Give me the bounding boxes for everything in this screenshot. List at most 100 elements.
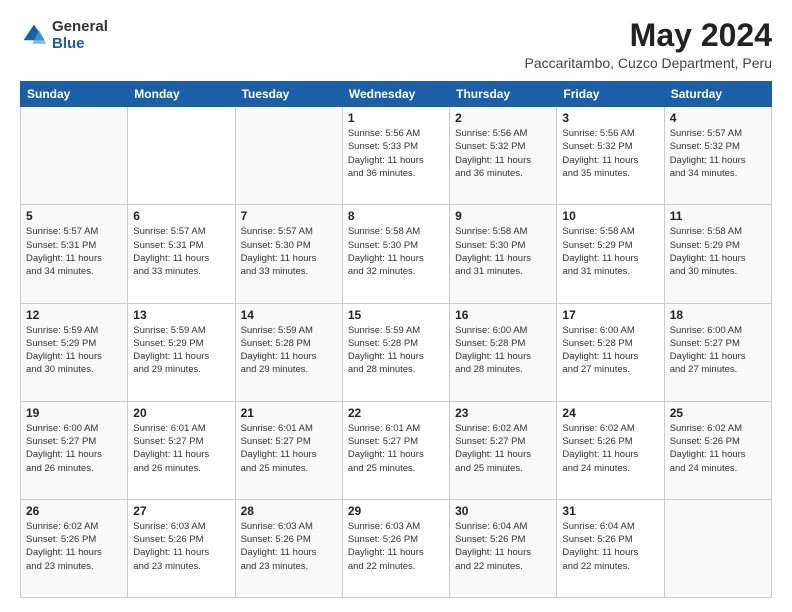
subtitle: Paccaritambo, Cuzco Department, Peru	[525, 55, 772, 71]
day-info: Sunrise: 6:02 AM Sunset: 5:26 PM Dayligh…	[562, 422, 658, 475]
day-info: Sunrise: 5:59 AM Sunset: 5:29 PM Dayligh…	[26, 324, 122, 377]
day-info: Sunrise: 6:02 AM Sunset: 5:26 PM Dayligh…	[670, 422, 766, 475]
day-number: 19	[26, 406, 122, 420]
calendar-week-5: 26Sunrise: 6:02 AM Sunset: 5:26 PM Dayli…	[21, 499, 772, 597]
day-number: 4	[670, 111, 766, 125]
day-number: 7	[241, 209, 337, 223]
day-info: Sunrise: 5:57 AM Sunset: 5:32 PM Dayligh…	[670, 127, 766, 180]
calendar-cell: 15Sunrise: 5:59 AM Sunset: 5:28 PM Dayli…	[342, 303, 449, 401]
calendar-cell: 7 Sunrise: 5:57 AM Sunset: 5:30 PM Daylig…	[235, 205, 342, 303]
day-number: 26	[26, 504, 122, 518]
calendar-cell: 12 Sunrise: 5:59 AM Sunset: 5:29 PM Dayli…	[21, 303, 128, 401]
calendar-cell: 20 Sunrise: 6:01 AM Sunset: 5:27 PM Dayli…	[128, 401, 235, 499]
calendar-cell: 9 Sunrise: 5:58 AM Sunset: 5:30 PM Daylig…	[450, 205, 557, 303]
calendar-cell: 30 Sunrise: 6:04 AM Sunset: 5:26 PM Dayli…	[450, 499, 557, 597]
calendar-cell: 1 Sunrise: 5:56 AM Sunset: 5:33 PM Daylig…	[342, 107, 449, 205]
calendar-cell: 3 Sunrise: 5:56 AM Sunset: 5:32 PM Daylig…	[557, 107, 664, 205]
day-number: 13	[133, 308, 229, 322]
day-info: Sunrise: 6:01 AM Sunset: 5:27 PM Dayligh…	[133, 422, 229, 475]
day-info: Sunrise: 6:00 AM Sunset: 5:27 PM Dayligh…	[26, 422, 122, 475]
day-number: 12	[26, 308, 122, 322]
day-number: 27	[133, 504, 229, 518]
day-number: 31	[562, 504, 658, 518]
day-number: 29	[348, 504, 444, 518]
day-number: 20	[133, 406, 229, 420]
day-info: Sunrise: 5:56 AM Sunset: 5:33 PM Dayligh…	[348, 127, 444, 180]
day-info: Sunrise: 5:59 AM Sunset: 5:29 PM Dayligh…	[133, 324, 229, 377]
calendar-header-monday: Monday	[128, 82, 235, 107]
day-info: Sunrise: 5:58 AM Sunset: 5:30 PM Dayligh…	[455, 225, 551, 278]
calendar-cell	[664, 499, 771, 597]
calendar-table: SundayMondayTuesdayWednesdayThursdayFrid…	[20, 81, 772, 598]
calendar-cell: 14 Sunrise: 5:59 AM Sunset: 5:28 PM Dayli…	[235, 303, 342, 401]
day-number: 8	[348, 209, 444, 223]
day-info: Sunrise: 6:04 AM Sunset: 5:26 PM Dayligh…	[455, 520, 551, 573]
day-number: 30	[455, 504, 551, 518]
calendar-header-saturday: Saturday	[664, 82, 771, 107]
calendar-cell	[128, 107, 235, 205]
calendar-header-friday: Friday	[557, 82, 664, 107]
day-number: 24	[562, 406, 658, 420]
logo: General Blue	[20, 18, 108, 53]
day-info: Sunrise: 5:58 AM Sunset: 5:29 PM Dayligh…	[670, 225, 766, 278]
calendar-cell: 11 Sunrise: 5:58 AM Sunset: 5:29 PM Dayli…	[664, 205, 771, 303]
calendar-cell: 19 Sunrise: 6:00 AM Sunset: 5:27 PM Dayli…	[21, 401, 128, 499]
day-number: 1	[348, 111, 444, 125]
day-number: 22	[348, 406, 444, 420]
day-info: Sunrise: 5:57 AM Sunset: 5:30 PM Dayligh…	[241, 225, 337, 278]
day-info: Sunrise: 6:01 AM Sunset: 5:27 PM Dayligh…	[241, 422, 337, 475]
day-info: Sunrise: 5:59 AM Sunset: 5:28 PM Dayligh…	[348, 324, 444, 377]
day-info: Sunrise: 6:03 AM Sunset: 5:26 PM Dayligh…	[133, 520, 229, 573]
calendar-cell: 31 Sunrise: 6:04 AM Sunset: 5:26 PM Dayli…	[557, 499, 664, 597]
day-info: Sunrise: 6:04 AM Sunset: 5:26 PM Dayligh…	[562, 520, 658, 573]
logo-icon	[20, 21, 48, 49]
page: General Blue May 2024 Paccaritambo, Cuzc…	[0, 0, 792, 612]
calendar-cell: 25 Sunrise: 6:02 AM Sunset: 5:26 PM Dayli…	[664, 401, 771, 499]
calendar-header-wednesday: Wednesday	[342, 82, 449, 107]
day-number: 18	[670, 308, 766, 322]
calendar-cell: 28 Sunrise: 6:03 AM Sunset: 5:26 PM Dayli…	[235, 499, 342, 597]
calendar-cell: 29 Sunrise: 6:03 AM Sunset: 5:26 PM Dayli…	[342, 499, 449, 597]
calendar-cell: 18 Sunrise: 6:00 AM Sunset: 5:27 PM Dayli…	[664, 303, 771, 401]
calendar-week-2: 5 Sunrise: 5:57 AM Sunset: 5:31 PM Daylig…	[21, 205, 772, 303]
day-info: Sunrise: 6:00 AM Sunset: 5:28 PM Dayligh…	[562, 324, 658, 377]
main-title: May 2024	[525, 18, 772, 53]
day-info: Sunrise: 6:03 AM Sunset: 5:26 PM Dayligh…	[241, 520, 337, 573]
calendar-cell: 23Sunrise: 6:02 AM Sunset: 5:27 PM Dayli…	[450, 401, 557, 499]
day-number: 9	[455, 209, 551, 223]
day-number: 14	[241, 308, 337, 322]
day-number: 21	[241, 406, 337, 420]
day-number: 17	[562, 308, 658, 322]
day-info: Sunrise: 6:03 AM Sunset: 5:26 PM Dayligh…	[348, 520, 444, 573]
day-number: 2	[455, 111, 551, 125]
calendar-cell: 4 Sunrise: 5:57 AM Sunset: 5:32 PM Daylig…	[664, 107, 771, 205]
calendar-cell: 27 Sunrise: 6:03 AM Sunset: 5:26 PM Dayli…	[128, 499, 235, 597]
calendar-header-tuesday: Tuesday	[235, 82, 342, 107]
calendar-cell	[235, 107, 342, 205]
logo-blue: Blue	[52, 35, 85, 52]
day-info: Sunrise: 5:59 AM Sunset: 5:28 PM Dayligh…	[241, 324, 337, 377]
day-number: 11	[670, 209, 766, 223]
calendar-header-thursday: Thursday	[450, 82, 557, 107]
title-area: May 2024 Paccaritambo, Cuzco Department,…	[525, 18, 772, 71]
header: General Blue May 2024 Paccaritambo, Cuzc…	[20, 18, 772, 71]
day-info: Sunrise: 5:57 AM Sunset: 5:31 PM Dayligh…	[26, 225, 122, 278]
calendar-header-row: SundayMondayTuesdayWednesdayThursdayFrid…	[21, 82, 772, 107]
calendar-cell: 16Sunrise: 6:00 AM Sunset: 5:28 PM Dayli…	[450, 303, 557, 401]
calendar-cell	[21, 107, 128, 205]
calendar-week-4: 19 Sunrise: 6:00 AM Sunset: 5:27 PM Dayli…	[21, 401, 772, 499]
calendar-cell: 8 Sunrise: 5:58 AM Sunset: 5:30 PM Daylig…	[342, 205, 449, 303]
day-number: 23	[455, 406, 551, 420]
day-info: Sunrise: 5:56 AM Sunset: 5:32 PM Dayligh…	[562, 127, 658, 180]
day-number: 28	[241, 504, 337, 518]
day-info: Sunrise: 6:00 AM Sunset: 5:28 PM Dayligh…	[455, 324, 551, 377]
day-info: Sunrise: 5:57 AM Sunset: 5:31 PM Dayligh…	[133, 225, 229, 278]
day-info: Sunrise: 5:58 AM Sunset: 5:29 PM Dayligh…	[562, 225, 658, 278]
day-info: Sunrise: 6:00 AM Sunset: 5:27 PM Dayligh…	[670, 324, 766, 377]
calendar-cell: 21 Sunrise: 6:01 AM Sunset: 5:27 PM Dayli…	[235, 401, 342, 499]
day-number: 3	[562, 111, 658, 125]
day-number: 25	[670, 406, 766, 420]
day-number: 6	[133, 209, 229, 223]
day-info: Sunrise: 5:58 AM Sunset: 5:30 PM Dayligh…	[348, 225, 444, 278]
day-number: 5	[26, 209, 122, 223]
